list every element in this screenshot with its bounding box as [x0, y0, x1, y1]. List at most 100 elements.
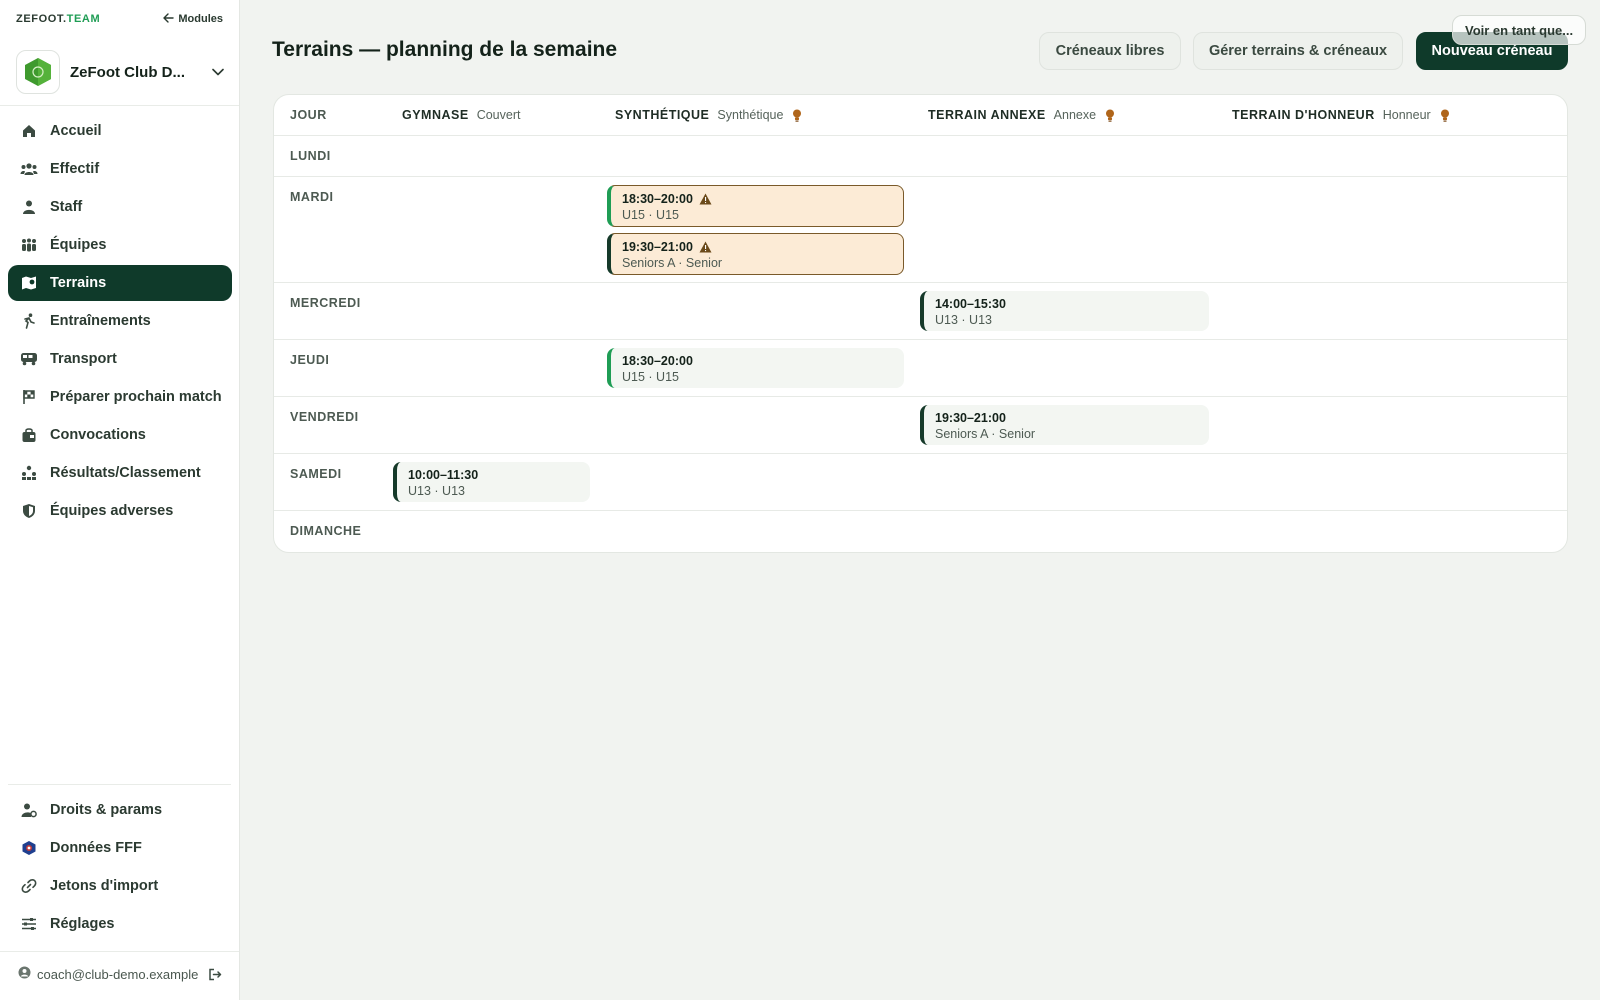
shield-icon: [20, 502, 38, 520]
sidebar-item-reglages[interactable]: Réglages: [8, 906, 232, 942]
fff-icon: [20, 839, 38, 857]
day-row-jeudi: JEUDI 18:30–20:00 U15 · U15: [274, 340, 1567, 397]
slot-time: 19:30–21:00: [622, 240, 693, 254]
sidebar-item-label: Accueil: [50, 123, 102, 139]
sidebar-item-terrains[interactable]: Terrains: [8, 265, 232, 301]
column-header-synthetique: SYNTHÉTIQUE Synthétique: [615, 95, 803, 135]
slot-time: 10:00–11:30: [408, 468, 479, 482]
warning-icon: [699, 193, 713, 206]
club-switcher[interactable]: ZeFoot Club D...: [16, 49, 228, 95]
field-type: Annexe: [1053, 108, 1097, 122]
club-logo: [16, 50, 60, 94]
lightbulb-icon: [1439, 108, 1451, 122]
sidebar-item-label: Effectif: [50, 161, 100, 177]
home-icon: [20, 122, 38, 140]
sidebar-item-equipes-adverses[interactable]: Équipes adverses: [8, 493, 232, 529]
sidebar-item-label: Réglages: [50, 916, 115, 932]
sidebar-item-label: Jetons d'import: [50, 878, 159, 894]
user-gear-icon: [20, 801, 38, 819]
field-type: Honneur: [1382, 108, 1431, 122]
day-label: DIMANCHE: [290, 524, 362, 538]
slot-card[interactable]: 18:30–20:00 U15 · U15: [607, 348, 904, 388]
lightbulb-icon: [791, 108, 803, 122]
brand-row: ZEFOOT.TEAM Modules: [16, 11, 223, 27]
warning-icon: [699, 241, 713, 254]
field-type: Synthétique: [717, 108, 784, 122]
day-row-dimanche: DIMANCHE: [274, 511, 1567, 552]
field-name: SYNTHÉTIQUE: [615, 108, 710, 122]
day-row-vendredi: VENDREDI 19:30–21:00 Seniors A · Senior: [274, 397, 1567, 454]
slot-time: 18:30–20:00: [622, 192, 693, 206]
link-icon: [20, 877, 38, 895]
podium-icon: [20, 464, 38, 482]
sidebar-item-jetons-import[interactable]: Jetons d'import: [8, 868, 232, 904]
modules-link[interactable]: Modules: [163, 12, 223, 26]
slot-time: 14:00–15:30: [935, 297, 1006, 311]
user-email: coach@club-demo.example: [37, 966, 199, 982]
day-label: MERCREDI: [290, 296, 361, 310]
day-row-samedi: SAMEDI 10:00–11:30 U13 · U13: [274, 454, 1567, 511]
sidebar-item-donnees-fff[interactable]: Données FFF: [8, 830, 232, 866]
slot-team: U13 · U13: [935, 313, 992, 327]
sidebar: ZEFOOT.TEAM Modules ZeFoot Club D... Acc…: [0, 0, 240, 1000]
teams-icon: [20, 236, 38, 254]
logout-icon[interactable]: [208, 968, 222, 981]
sidebar-item-convocations[interactable]: Convocations: [8, 417, 232, 453]
free-slots-button[interactable]: Créneaux libres: [1039, 32, 1181, 70]
day-label: VENDREDI: [290, 410, 359, 424]
day-label: LUNDI: [290, 149, 331, 163]
staff-icon: [20, 198, 38, 216]
secondary-nav: Droits & params Données FFF Jetons d'imp…: [8, 792, 232, 944]
field-name: TERRAIN ANNEXE: [928, 108, 1046, 122]
bus-icon: [20, 350, 38, 368]
sidebar-item-label: Convocations: [50, 427, 146, 443]
modules-label: Modules: [178, 13, 223, 25]
sidebar-item-droits-params[interactable]: Droits & params: [8, 792, 232, 828]
sidebar-item-label: Terrains: [50, 275, 107, 291]
manage-fields-button[interactable]: Gérer terrains & créneaux: [1193, 32, 1403, 70]
slot-card[interactable]: 19:30–21:00 Seniors A · Senior: [607, 233, 904, 275]
divider: [0, 105, 239, 106]
column-header-gymnase: GYMNASE Couvert: [402, 95, 520, 135]
flag-icon: [20, 388, 38, 406]
grid-header-row: JOUR GYMNASE Couvert SYNTHÉTIQUE Synthét…: [274, 95, 1567, 136]
slot-card[interactable]: 18:30–20:00 U15 · U15: [607, 185, 904, 227]
sidebar-item-entrainements[interactable]: Entraînements: [8, 303, 232, 339]
day-label: JEUDI: [290, 353, 330, 367]
sliders-icon: [20, 915, 38, 933]
day-label: MARDI: [290, 190, 334, 204]
sidebar-item-preparer-match[interactable]: Préparer prochain match: [8, 379, 232, 415]
slot-card[interactable]: 19:30–21:00 Seniors A · Senior: [920, 405, 1209, 445]
column-header-terrain-annexe: TERRAIN ANNEXE Annexe: [928, 95, 1116, 135]
running-icon: [20, 312, 38, 330]
divider: [0, 951, 239, 952]
sidebar-item-label: Droits & params: [50, 802, 163, 818]
sidebar-item-transport[interactable]: Transport: [8, 341, 232, 377]
users-icon: [20, 160, 38, 178]
view-as-button[interactable]: Voir en tant que...: [1452, 15, 1587, 45]
slot-team: Seniors A · Senior: [935, 427, 1036, 441]
sidebar-item-label: Transport: [50, 351, 117, 367]
column-header-day: JOUR: [290, 108, 327, 122]
brand-logo: ZEFOOT.TEAM: [16, 13, 101, 25]
sidebar-item-label: Staff: [50, 199, 83, 215]
slot-team: U13 · U13: [408, 484, 465, 498]
slot-team: U15 · U15: [622, 208, 679, 222]
main-nav: Accueil Effectif Staff Équipes Terrains: [8, 113, 232, 531]
sidebar-item-accueil[interactable]: Accueil: [8, 113, 232, 149]
day-label: SAMEDI: [290, 467, 342, 481]
slot-time: 18:30–20:00: [622, 354, 693, 368]
sidebar-item-resultats[interactable]: Résultats/Classement: [8, 455, 232, 491]
sidebar-item-equipes[interactable]: Équipes: [8, 227, 232, 263]
sidebar-item-label: Préparer prochain match: [50, 389, 222, 405]
slot-time: 19:30–21:00: [935, 411, 1006, 425]
sidebar-item-staff[interactable]: Staff: [8, 189, 232, 225]
sidebar-item-label: Équipes adverses: [50, 503, 174, 519]
slot-card[interactable]: 14:00–15:30 U13 · U13: [920, 291, 1209, 331]
sidebar-item-effectif[interactable]: Effectif: [8, 151, 232, 187]
user-avatar-icon: [18, 966, 31, 982]
field-type: Couvert: [476, 108, 521, 122]
slot-card[interactable]: 10:00–11:30 U13 · U13: [393, 462, 590, 502]
chevron-down-icon: [208, 62, 228, 82]
bag-icon: [20, 426, 38, 444]
